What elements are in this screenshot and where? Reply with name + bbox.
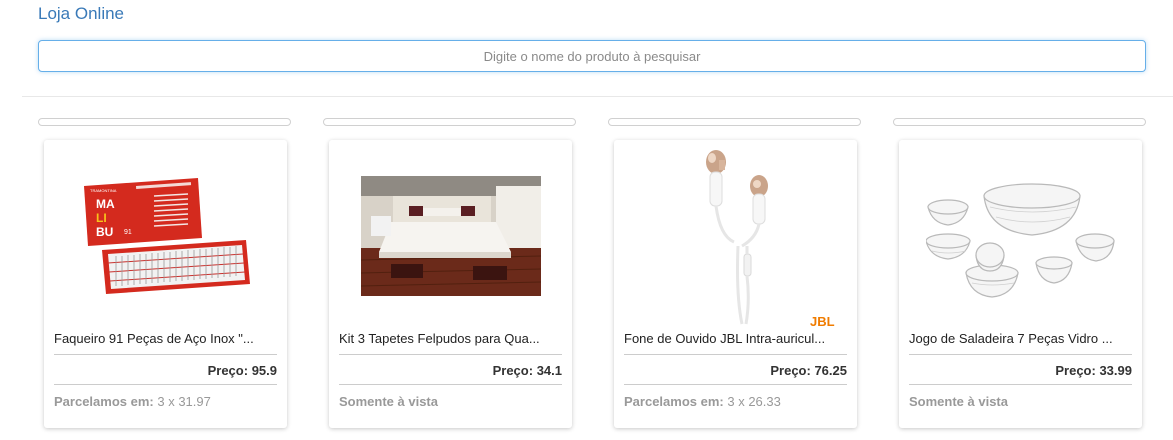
product-card[interactable]: Jogo de Saladeira 7 Peças Vidro ... Preç… bbox=[899, 140, 1142, 428]
cutlery-box-image: MA LI BU 91 TRAMONTINA bbox=[83, 178, 250, 294]
product-image-glass-bowls[interactable] bbox=[909, 146, 1132, 326]
product-name[interactable]: Jogo de Saladeira 7 Peças Vidro ... bbox=[909, 331, 1132, 346]
product-name[interactable]: Kit 3 Tapetes Felpudos para Qua... bbox=[339, 331, 562, 346]
card-top-bar bbox=[38, 118, 291, 126]
svg-text:TRAMONTINA: TRAMONTINA bbox=[90, 188, 117, 193]
product-image-rugs[interactable] bbox=[339, 146, 562, 326]
card-divider bbox=[339, 384, 562, 385]
svg-text:91: 91 bbox=[124, 229, 132, 236]
svg-text:JBL: JBL bbox=[810, 314, 835, 326]
product-card[interactable]: JBL Fone de Ouvido JBL Intra-auricul... … bbox=[614, 140, 857, 428]
site-brand[interactable]: Loja Online bbox=[38, 4, 124, 24]
header-divider bbox=[22, 96, 1173, 97]
card-divider bbox=[339, 354, 562, 355]
card-divider bbox=[54, 384, 277, 385]
card-divider bbox=[909, 354, 1132, 355]
product-card[interactable]: Kit 3 Tapetes Felpudos para Qua... Preço… bbox=[329, 140, 572, 428]
svg-text:MA: MA bbox=[96, 197, 115, 211]
product-name[interactable]: Faqueiro 91 Peças de Aço Inox "... bbox=[54, 331, 277, 346]
product-search-input[interactable] bbox=[38, 40, 1146, 72]
payment-info: Parcelamos em: 3 x 31.97 bbox=[54, 394, 211, 409]
card-top-bar bbox=[893, 118, 1146, 126]
card-divider bbox=[909, 384, 1132, 385]
product-card[interactable]: MA LI BU 91 TRAMONTINA Faqueiro 91 Peças… bbox=[44, 140, 287, 428]
product-price: Preço: 95.9 bbox=[207, 363, 277, 378]
payment-info: Somente à vista bbox=[909, 394, 1008, 409]
glass-bowls-image bbox=[925, 183, 1115, 298]
product-name[interactable]: Fone de Ouvido JBL Intra-auricul... bbox=[624, 331, 847, 346]
svg-text:BU: BU bbox=[96, 225, 113, 239]
payment-info: Parcelamos em: 3 x 26.33 bbox=[624, 394, 781, 409]
card-top-bar bbox=[323, 118, 576, 126]
payment-info: Somente à vista bbox=[339, 394, 438, 409]
svg-text:LI: LI bbox=[96, 211, 107, 225]
product-image-earphones[interactable]: JBL bbox=[624, 146, 847, 326]
card-divider bbox=[624, 384, 847, 385]
product-price: Preço: 33.99 bbox=[1055, 363, 1132, 378]
card-divider bbox=[624, 354, 847, 355]
card-divider bbox=[54, 354, 277, 355]
product-price: Preço: 76.25 bbox=[770, 363, 847, 378]
product-image-cutlery[interactable]: MA LI BU 91 TRAMONTINA bbox=[54, 146, 277, 326]
card-top-bar bbox=[608, 118, 861, 126]
earphones-image: JBL bbox=[706, 150, 835, 326]
product-price: Preço: 34.1 bbox=[492, 363, 562, 378]
bedroom-photo bbox=[360, 176, 541, 296]
